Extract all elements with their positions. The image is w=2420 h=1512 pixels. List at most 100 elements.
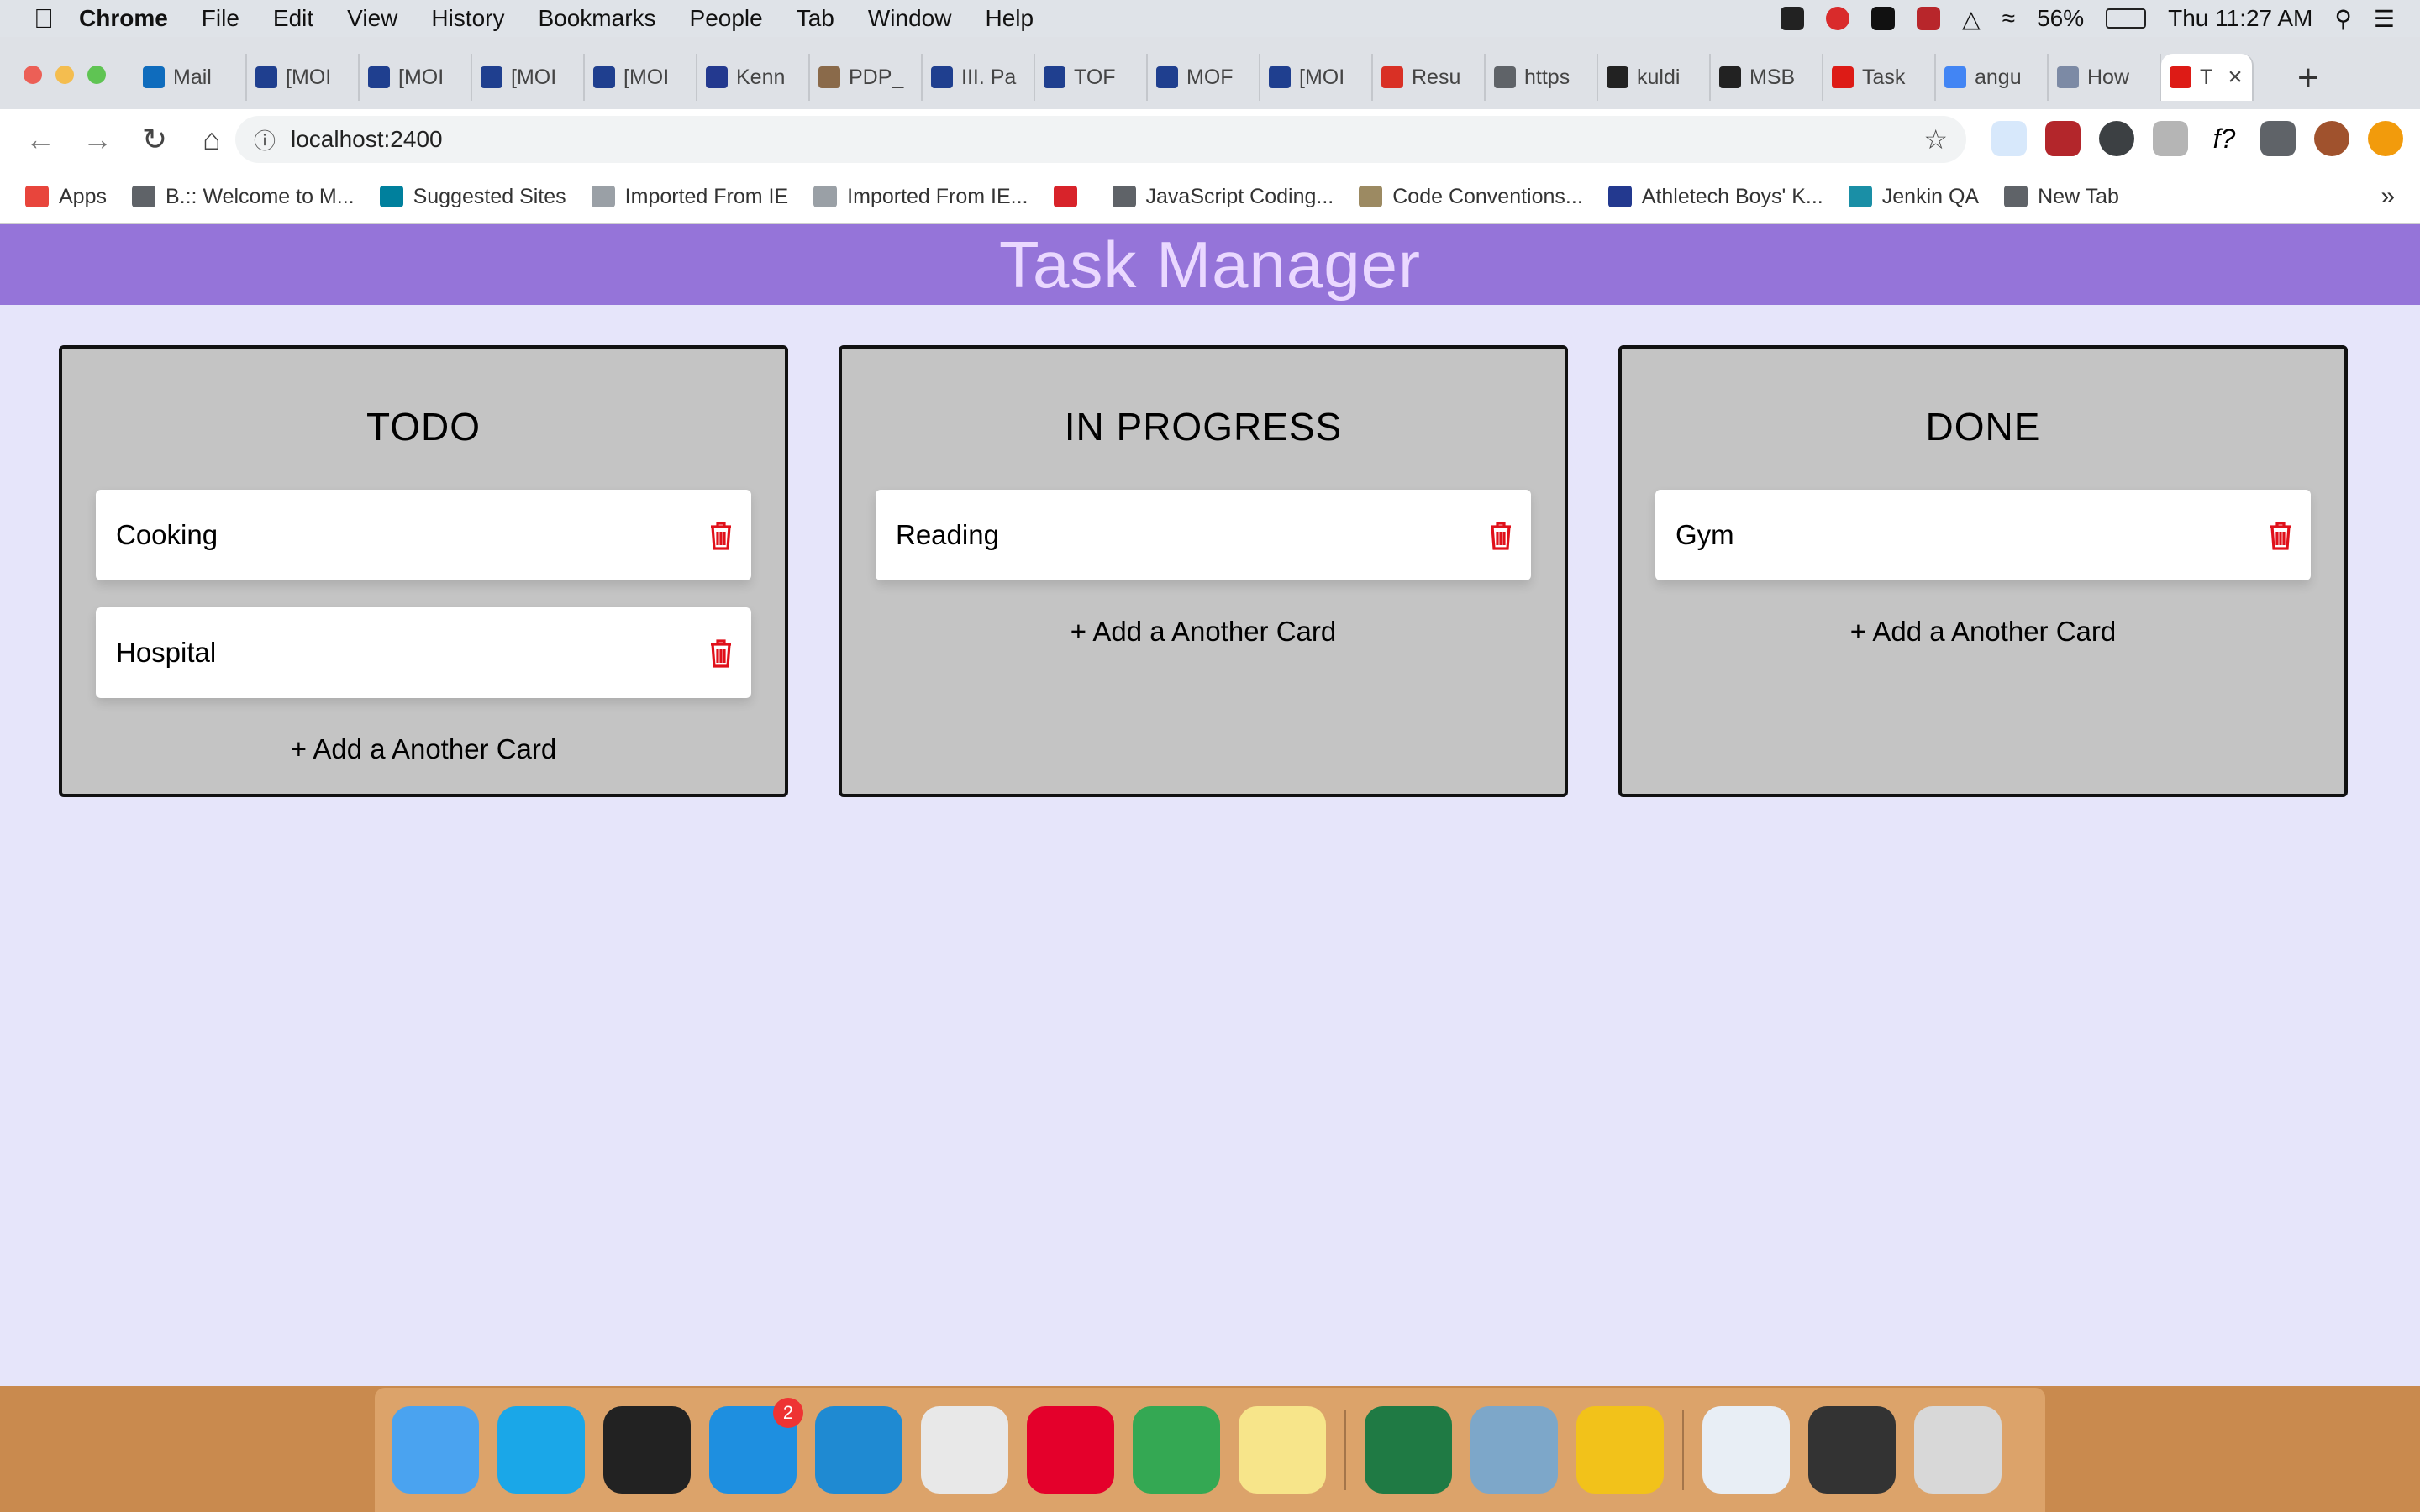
terminal-icon[interactable] [603, 1406, 691, 1494]
shield-status-icon[interactable] [1781, 7, 1805, 30]
browser-tab[interactable]: MOF [1148, 54, 1260, 101]
delete-trash-icon[interactable] [2269, 522, 2292, 550]
task-card[interactable]: Hospital [96, 607, 751, 698]
bookmark-item[interactable]: Athletech Boys' K... [1607, 185, 1823, 209]
extension-e-icon[interactable] [2099, 121, 2134, 156]
extensions-puzzle-icon[interactable] [2260, 121, 2296, 156]
close-tab-icon[interactable]: × [2228, 63, 2243, 92]
extension-camera-icon[interactable] [2153, 121, 2188, 156]
browser-tab[interactable]: MSB [1711, 54, 1823, 101]
tab-label: Task [1862, 65, 1906, 89]
minimize-window-button[interactable] [55, 66, 74, 84]
menubar-app-name[interactable]: Chrome [79, 5, 168, 32]
browser-tab[interactable]: Task [1823, 54, 1936, 101]
apple-icon[interactable]:  [34, 3, 54, 34]
browser-tab[interactable]: PDP_ [810, 54, 923, 101]
bookmark-item[interactable] [1053, 186, 1087, 207]
menu-history[interactable]: History [431, 5, 504, 32]
tab-active[interactable]: T × [2161, 54, 2254, 101]
browser-tab[interactable]: kuldi [1598, 54, 1711, 101]
skype-window-icon[interactable] [1702, 1406, 1790, 1494]
bookmark-item[interactable]: Jenkin QA [1848, 185, 1979, 209]
bookmark-item[interactable]: JavaScript Coding... [1112, 185, 1334, 209]
browser-tab[interactable]: Resu [1373, 54, 1486, 101]
browser-tab[interactable]: How [2049, 54, 2161, 101]
delta-status-icon[interactable]: △ [1962, 5, 1981, 33]
bookmark-item[interactable]: New Tab [2004, 185, 2119, 209]
mcafee-status-icon[interactable] [1917, 7, 1941, 30]
menu-bookmarks[interactable]: Bookmarks [538, 5, 655, 32]
spotlight-search-icon[interactable]: ⚲ [2334, 5, 2352, 33]
norton-icon[interactable] [1576, 1406, 1664, 1494]
browser-tab[interactable]: Mail [134, 54, 247, 101]
add-card-button[interactable]: + Add a Another Card [62, 733, 785, 765]
extension-function-icon[interactable]: f? [2207, 121, 2242, 156]
home-icon[interactable]: ⌂ [195, 122, 229, 157]
browser-tab[interactable]: [MOI [585, 54, 697, 101]
add-card-button[interactable]: + Add a Another Card [1622, 616, 2344, 648]
bookmark-item[interactable]: Code Conventions... [1359, 185, 1583, 209]
close-window-button[interactable] [24, 66, 42, 84]
notification-center-icon[interactable]: ☰ [2374, 5, 2395, 33]
bookmark-star-icon[interactable]: ☆ [1923, 123, 1948, 155]
browser-tab[interactable]: angu [1936, 54, 2049, 101]
new-tab-button[interactable]: + [2297, 57, 2319, 99]
update-icon[interactable] [2368, 121, 2403, 156]
site-info-icon[interactable]: ⓘ [254, 124, 276, 155]
forward-arrow-icon[interactable]: → [81, 122, 114, 157]
skype-icon[interactable] [497, 1406, 585, 1494]
bookmark-item[interactable]: Apps [25, 185, 107, 209]
bookmarks-overflow-chevron-icon[interactable]: » [2381, 182, 2395, 211]
chrome-window-icon[interactable] [1808, 1406, 1896, 1494]
bookmark-item[interactable]: Imported From IE... [813, 185, 1028, 209]
reload-icon[interactable]: ↻ [138, 122, 171, 157]
stickies-icon[interactable] [1239, 1406, 1326, 1494]
menu-view[interactable]: View [347, 5, 397, 32]
browser-tab[interactable]: III. Pa [923, 54, 1035, 101]
delete-trash-icon[interactable] [709, 639, 733, 668]
wifi-icon[interactable]: ≈ [2002, 5, 2015, 32]
browser-tab[interactable]: [MOI [360, 54, 472, 101]
profile-avatar[interactable] [2314, 121, 2349, 156]
chrome-icon[interactable] [1133, 1406, 1220, 1494]
task-card[interactable]: Cooking [96, 490, 751, 580]
zoom-window-button[interactable] [87, 66, 106, 84]
address-bar-url[interactable]: localhost:2400 [291, 126, 443, 153]
extension-red-icon[interactable] [2045, 121, 2081, 156]
camera-status-icon[interactable] [1871, 7, 1896, 30]
extension-bug-icon[interactable] [1991, 121, 2027, 156]
menubar-clock[interactable]: Thu 11:27 AM [2168, 5, 2312, 32]
menu-window[interactable]: Window [868, 5, 952, 32]
script-editor-icon[interactable] [921, 1406, 1008, 1494]
browser-tab[interactable]: TOF [1035, 54, 1148, 101]
menu-people[interactable]: People [690, 5, 763, 32]
excel-icon[interactable] [1365, 1406, 1452, 1494]
browser-tab[interactable]: [MOI [247, 54, 360, 101]
bookmark-item[interactable]: B.:: Welcome to M... [131, 185, 355, 209]
menu-help[interactable]: Help [985, 5, 1034, 32]
skype-business-icon[interactable]: 2 [709, 1398, 803, 1494]
delete-trash-icon[interactable] [709, 522, 733, 550]
trash-icon[interactable] [1914, 1406, 2002, 1494]
add-card-button[interactable]: + Add a Another Card [842, 616, 1565, 648]
bookmark-item[interactable]: Imported From IE [591, 185, 788, 209]
menu-file[interactable]: File [202, 5, 239, 32]
battery-icon[interactable] [2106, 8, 2147, 29]
back-arrow-icon[interactable]: ← [24, 122, 57, 157]
vscode-icon[interactable] [815, 1406, 902, 1494]
browser-tab[interactable]: [MOI [1260, 54, 1373, 101]
f5-status-icon[interactable] [1826, 7, 1850, 30]
menu-edit[interactable]: Edit [273, 5, 313, 32]
f5-icon[interactable] [1027, 1406, 1114, 1494]
finder-icon[interactable] [392, 1406, 479, 1494]
menu-tab[interactable]: Tab [797, 5, 834, 32]
address-bar[interactable]: ⓘ localhost:2400 ☆ [235, 116, 1966, 163]
task-card[interactable]: Gym [1655, 490, 2311, 580]
delete-trash-icon[interactable] [1489, 522, 1512, 550]
browser-tab[interactable]: https [1486, 54, 1598, 101]
browser-tab[interactable]: [MOI [472, 54, 585, 101]
task-card[interactable]: Reading [876, 490, 1531, 580]
preview-icon[interactable] [1470, 1406, 1558, 1494]
bookmark-item[interactable]: Suggested Sites [379, 185, 566, 209]
browser-tab[interactable]: Kenn [697, 54, 810, 101]
